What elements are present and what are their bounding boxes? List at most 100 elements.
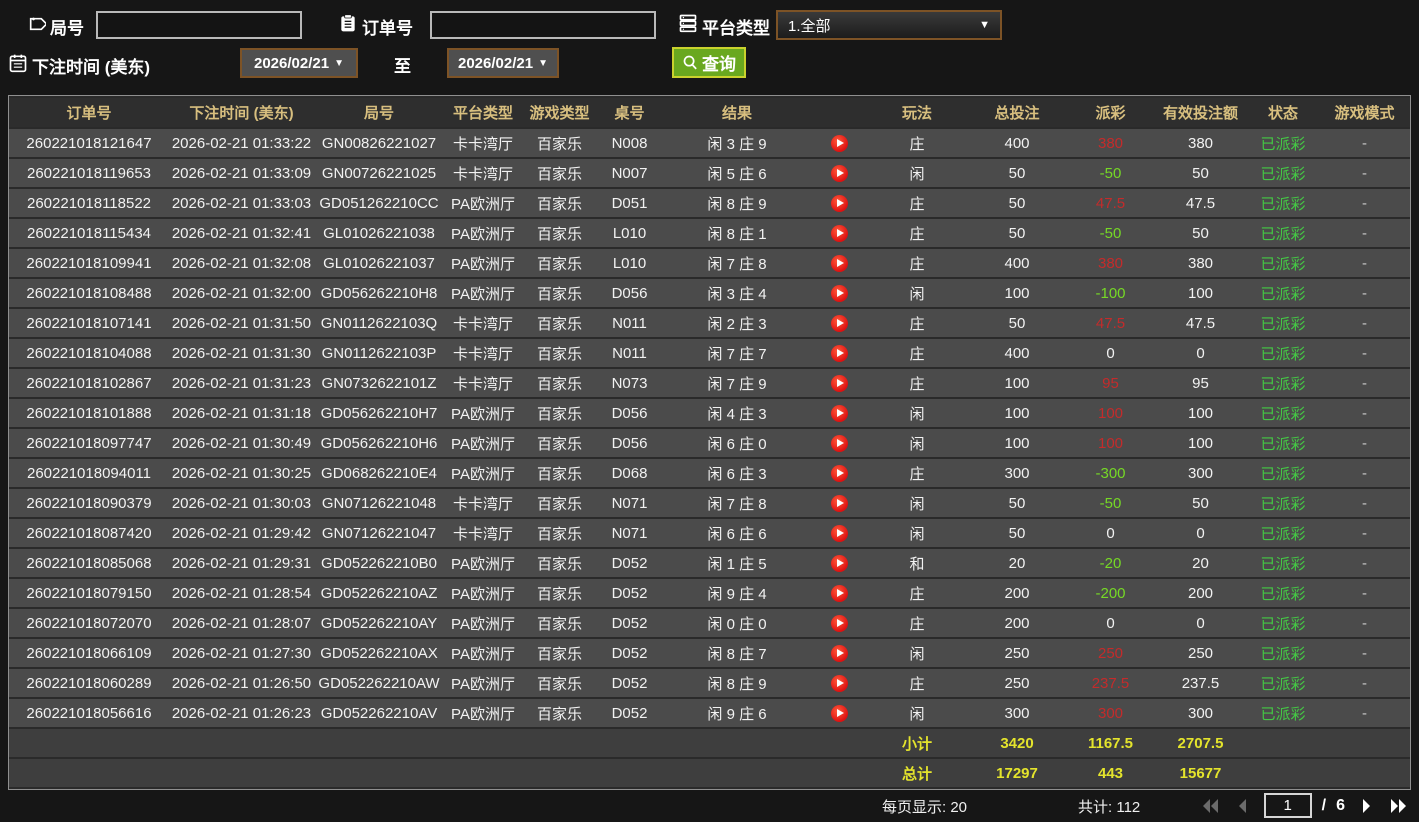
game-mode-cell: -: [1319, 279, 1410, 307]
subtotal-payout: 1167.5: [1067, 729, 1154, 757]
query-button-label: 查询: [702, 55, 736, 74]
payout-cell: -20: [1067, 549, 1154, 577]
result-cell: 闲 9 庄 6: [662, 699, 812, 727]
result-cell: 闲 7 庄 9: [662, 369, 812, 397]
order-no-cell: 260221018066109: [9, 639, 169, 667]
status-cell: 已派彩: [1247, 579, 1319, 607]
table-no-cell: D056: [597, 399, 662, 427]
play-icon[interactable]: [831, 584, 848, 602]
play-icon[interactable]: [831, 224, 848, 242]
play-icon[interactable]: [831, 194, 848, 212]
play-icon[interactable]: [831, 404, 848, 422]
play-icon[interactable]: [831, 134, 848, 152]
play-icon[interactable]: [831, 704, 848, 722]
play-cell: [812, 489, 867, 517]
game-type-cell: 百家乐: [522, 489, 597, 517]
play-icon[interactable]: [831, 254, 848, 272]
play-icon[interactable]: [831, 284, 848, 302]
order-no-cell: 260221018102867: [9, 369, 169, 397]
play-type-cell: 庄: [867, 129, 967, 157]
order-no-cell: 260221018107141: [9, 309, 169, 337]
first-page-button[interactable]: [1200, 795, 1222, 817]
bet-time-cell: 2026-02-21 01:30:03: [169, 489, 314, 517]
valid-bet-cell: 100: [1154, 279, 1247, 307]
play-icon[interactable]: [831, 464, 848, 482]
game-no-input[interactable]: [96, 11, 302, 39]
date-to-picker[interactable]: 2026/02/21 ▼: [447, 48, 559, 78]
play-icon[interactable]: [831, 164, 848, 182]
per-page-label: 每页显示: 20: [882, 799, 968, 816]
last-page-button[interactable]: [1387, 795, 1409, 817]
game-type-cell: 百家乐: [522, 249, 597, 277]
result-cell: 闲 6 庄 3: [662, 459, 812, 487]
play-cell: [812, 549, 867, 577]
play-icon[interactable]: [831, 554, 848, 572]
game-type-cell: 百家乐: [522, 549, 597, 577]
game-type-cell: 百家乐: [522, 699, 597, 727]
play-icon[interactable]: [831, 524, 848, 542]
result-cell: 闲 2 庄 3: [662, 309, 812, 337]
platform-cell: PA欧洲厅: [444, 459, 522, 487]
column-header: 总投注: [967, 98, 1067, 127]
page-number-input[interactable]: [1263, 793, 1312, 818]
total-bet-cell: 50: [967, 309, 1067, 337]
column-header: 派彩: [1067, 98, 1154, 127]
play-icon[interactable]: [831, 434, 848, 452]
filter-bar: 局号 订单号 平台类型 1.全部 ▼ 下注时间 (美东) 2026/02/21 …: [0, 0, 1419, 95]
game-type-cell: 百家乐: [522, 219, 597, 247]
valid-bet-cell: 50: [1154, 159, 1247, 187]
table-row: 260221018090379 2026-02-21 01:30:03 GN07…: [9, 489, 1410, 517]
result-cell: 闲 8 庄 9: [662, 189, 812, 217]
play-cell: [812, 609, 867, 637]
next-page-button[interactable]: [1355, 795, 1377, 817]
play-type-cell: 庄: [867, 459, 967, 487]
prev-page-button[interactable]: [1232, 795, 1254, 817]
game-no-cell: GD056262210H6: [314, 429, 444, 457]
play-type-cell: 闲: [867, 429, 967, 457]
play-icon[interactable]: [831, 494, 848, 512]
platform-cell: PA欧洲厅: [444, 549, 522, 577]
status-cell: 已派彩: [1247, 429, 1319, 457]
total-bet-cell: 400: [967, 129, 1067, 157]
play-icon[interactable]: [831, 314, 848, 332]
valid-bet-cell: 0: [1154, 519, 1247, 547]
table-row: 260221018060289 2026-02-21 01:26:50 GD05…: [9, 669, 1410, 697]
bet-time-cell: 2026-02-21 01:31:18: [169, 399, 314, 427]
valid-bet-cell: 300: [1154, 459, 1247, 487]
result-cell: 闲 7 庄 8: [662, 249, 812, 277]
table-row: 260221018097747 2026-02-21 01:30:49 GD05…: [9, 429, 1410, 457]
game-no-cell: GD052262210AW: [314, 669, 444, 697]
order-no-label: 订单号: [362, 19, 413, 38]
column-header: 下注时间 (美东): [169, 98, 314, 127]
date-from-picker[interactable]: 2026/02/21 ▼: [240, 48, 358, 78]
payout-cell: -50: [1067, 219, 1154, 247]
table-header-row: 订单号 下注时间 (美东) 局号 平台类型 游戏类型 桌号 结果 玩法 总投注 派彩 有效投注额 状态…: [9, 98, 1410, 127]
play-cell: [812, 339, 867, 367]
column-header: 有效投注额: [1154, 98, 1247, 127]
column-header: 游戏模式: [1319, 98, 1410, 127]
play-icon[interactable]: [831, 344, 848, 362]
status-cell: 已派彩: [1247, 279, 1319, 307]
play-icon[interactable]: [831, 374, 848, 392]
game-mode-cell: -: [1319, 309, 1410, 337]
play-icon[interactable]: [831, 644, 848, 662]
valid-bet-cell: 0: [1154, 339, 1247, 367]
play-icon[interactable]: [831, 674, 848, 692]
table-row: 260221018109941 2026-02-21 01:32:08 GL01…: [9, 249, 1410, 277]
result-cell: 闲 4 庄 3: [662, 399, 812, 427]
total-bet-cell: 20: [967, 549, 1067, 577]
game-no-cell: GN0112622103Q: [314, 309, 444, 337]
subtotal-row: 小计 3420 1167.5 2707.5: [9, 729, 1410, 757]
play-cell: [812, 639, 867, 667]
play-icon[interactable]: [831, 614, 848, 632]
platform-type-select[interactable]: 1.全部 ▼: [776, 10, 1002, 40]
order-no-input[interactable]: [430, 11, 656, 39]
column-header: 局号: [314, 98, 444, 127]
platform-type-label: 平台类型: [702, 19, 770, 38]
game-type-cell: 百家乐: [522, 669, 597, 697]
query-button[interactable]: 查询: [672, 47, 746, 78]
payout-cell: 95: [1067, 369, 1154, 397]
bet-time-cell: 2026-02-21 01:29:31: [169, 549, 314, 577]
total-bet-cell: 400: [967, 339, 1067, 367]
play-cell: [812, 309, 867, 337]
